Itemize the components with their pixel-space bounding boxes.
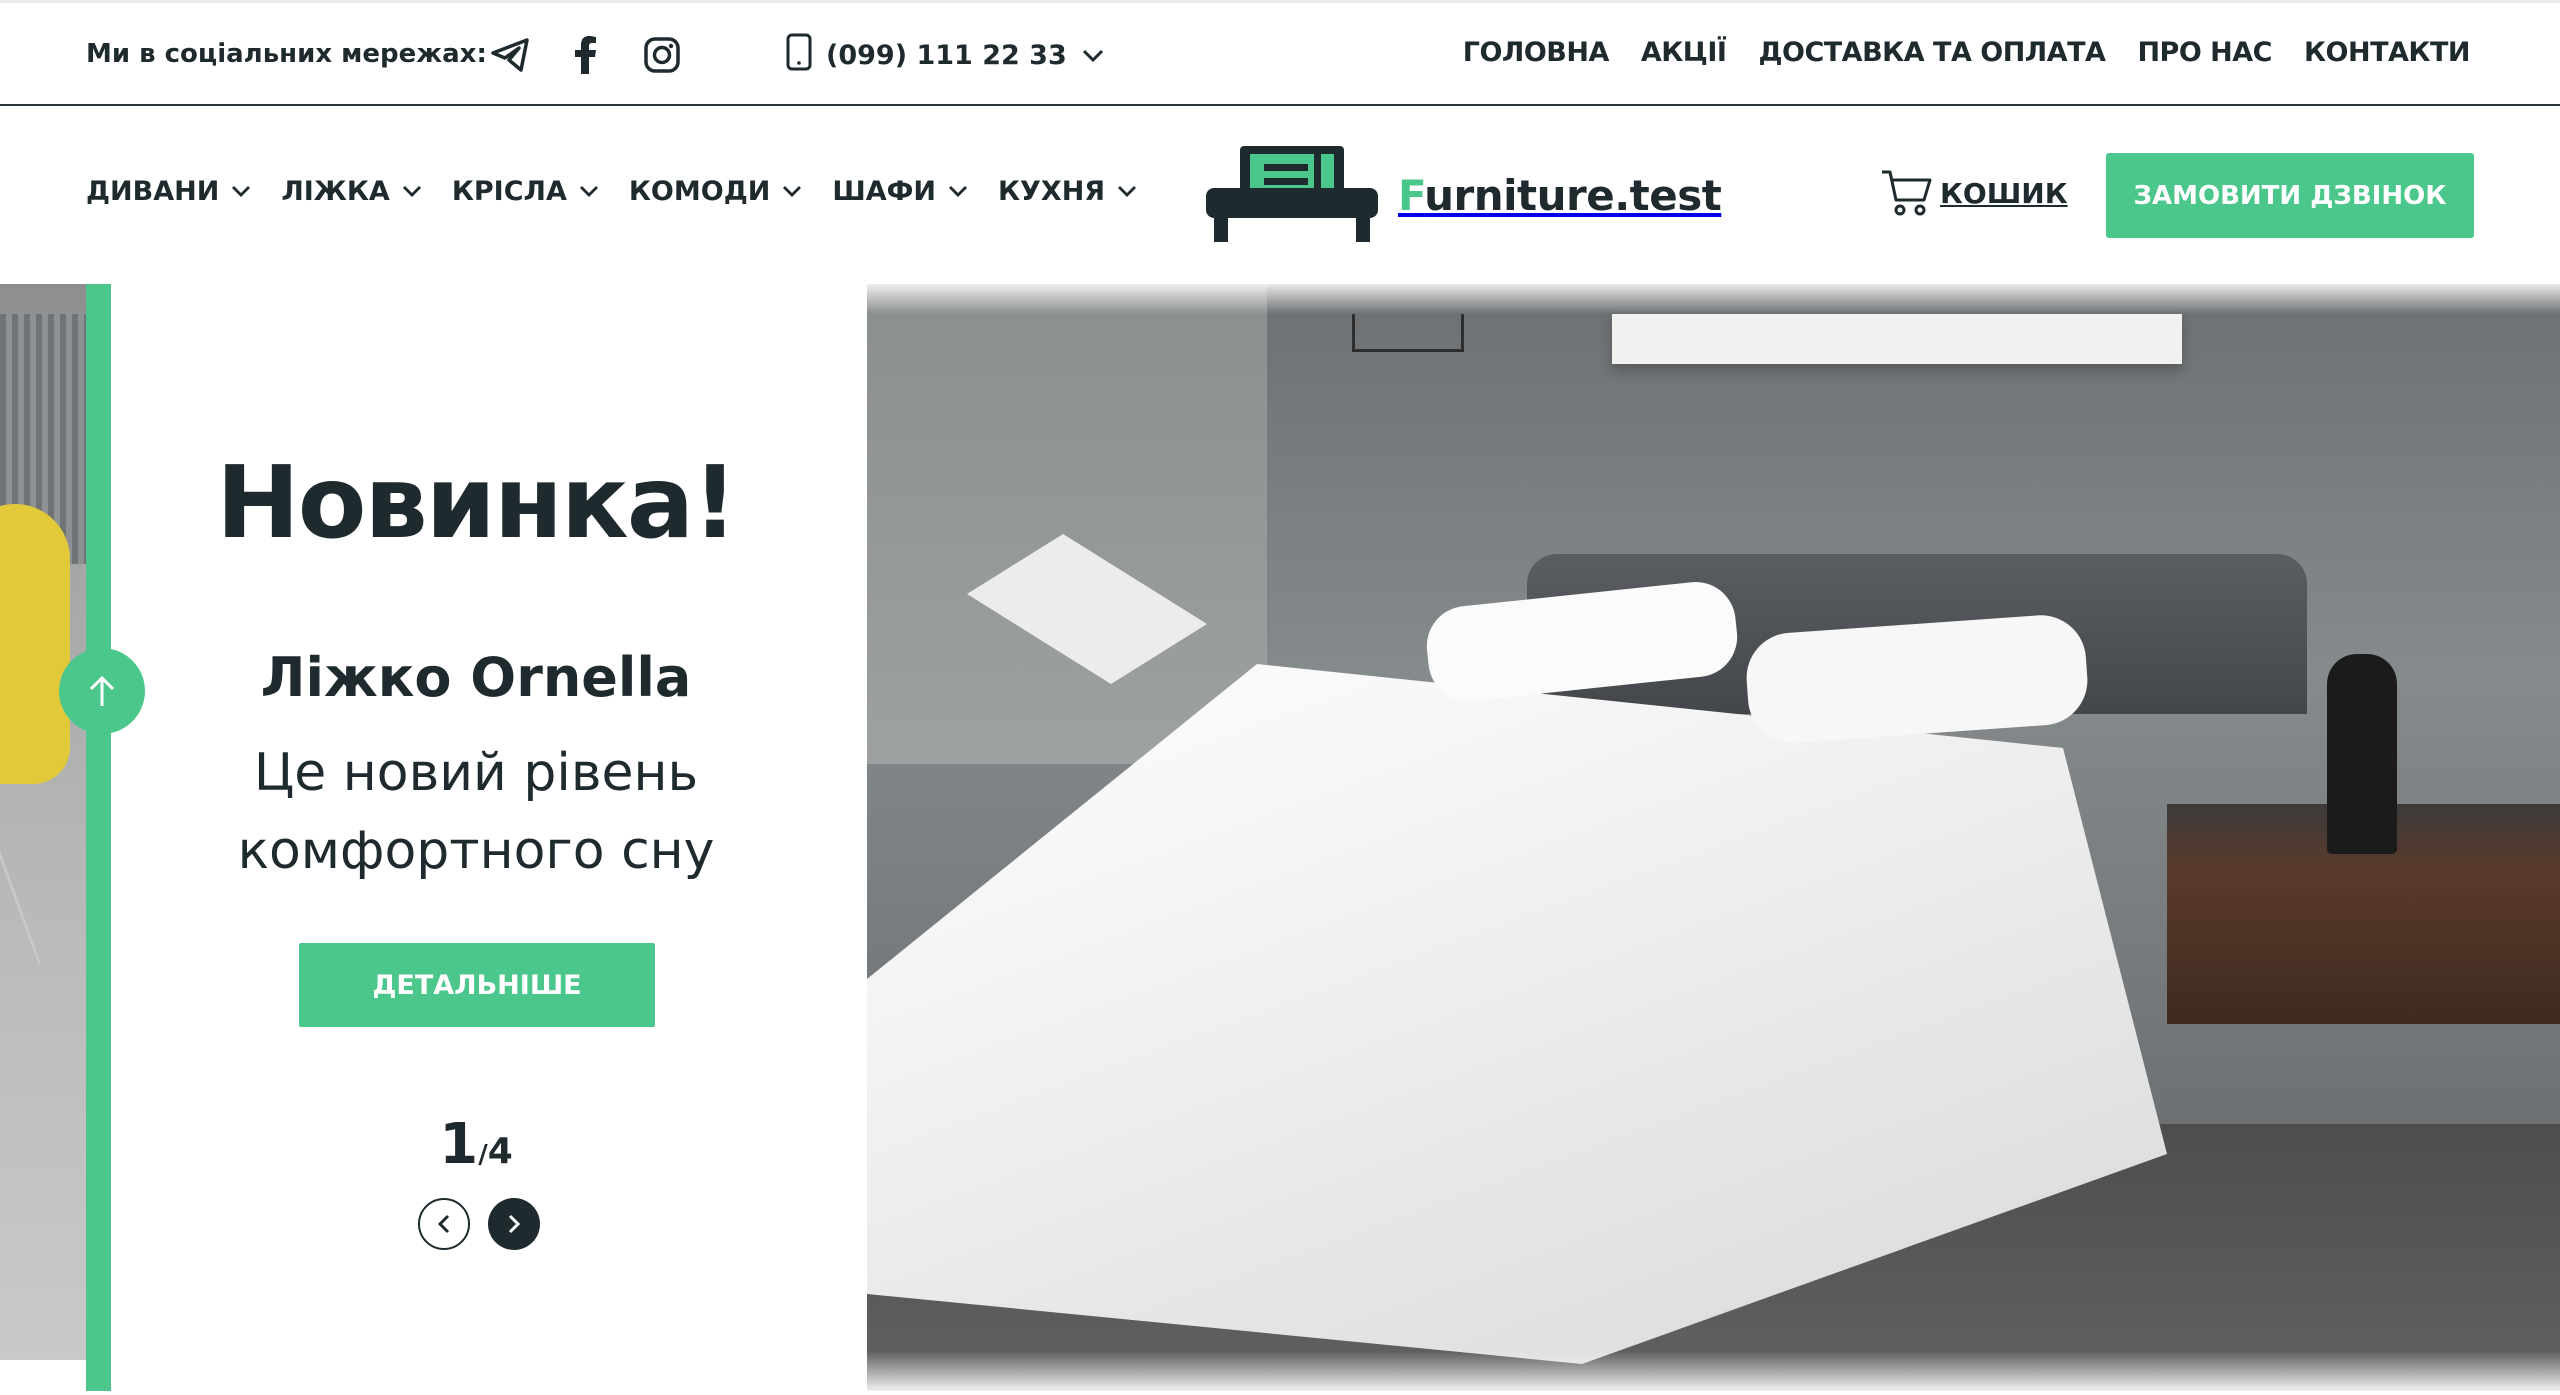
social-label: Ми в соціальних мережах: (86, 39, 487, 69)
scroll-up-button[interactable] (59, 648, 145, 734)
chevron-down-icon (783, 186, 802, 197)
hero-slider: Новинка! Ліжко Ornella Це новий рівень к… (0, 284, 2560, 1395)
nav-promotions[interactable]: АКЦІЇ (1641, 37, 1727, 68)
slide-text-panel: Новинка! Ліжко Ornella Це новий рівень к… (111, 284, 867, 1391)
chevron-down-icon (232, 186, 251, 197)
category-navigation: ДИВАНИ ЛІЖКА КРІСЛА КОМОДИ ШАФИ КУХНЯ (86, 176, 1137, 207)
details-button[interactable]: ДЕТАЛЬНІШЕ (299, 943, 655, 1027)
arrow-up-icon (89, 675, 115, 706)
slide-counter: 1/4 (111, 1112, 841, 1177)
instagram-icon[interactable] (642, 35, 682, 75)
category-label: КОМОДИ (628, 176, 771, 207)
nav-about[interactable]: ПРО НАС (2137, 37, 2272, 68)
slide-separator: / (478, 1140, 488, 1170)
chevron-down-icon (579, 186, 598, 197)
slide-subtitle: Ліжко Ornella (260, 646, 692, 709)
sofa-logo-icon (1206, 146, 1378, 242)
category-label: КРІСЛА (451, 176, 567, 207)
mobile-phone-icon (786, 33, 812, 78)
top-bar: Ми в соціальних мережах: (099) 111 22 33… (0, 0, 2560, 106)
slide-description: Це новий рівень комфортного сну (237, 743, 715, 881)
slide-image-bed (867, 284, 2560, 1391)
chevron-down-icon (948, 186, 967, 197)
phone-dropdown[interactable]: (099) 111 22 33 (786, 33, 1105, 77)
category-label: КУХНЯ (997, 176, 1106, 207)
category-beds[interactable]: ЛІЖКА (281, 176, 422, 207)
category-dressers[interactable]: КОМОДИ (629, 176, 803, 207)
category-label: ШАФИ (832, 176, 936, 207)
current-slide-number: 1 (439, 1112, 479, 1177)
total-slides-number: 4 (487, 1131, 513, 1172)
shopping-cart-icon (1882, 170, 1932, 216)
site-logo[interactable]: Furniture.test (1206, 142, 1722, 248)
category-label: ЛІЖКА (281, 176, 390, 207)
category-label: ДИВАНИ (86, 176, 220, 207)
category-wardrobes[interactable]: ШАФИ (832, 176, 968, 207)
slide-title: Новинка! (216, 444, 738, 561)
previous-slide-preview (0, 284, 86, 1360)
phone-number: (099) 111 22 33 (826, 39, 1067, 71)
logo-rest: urniture.test (1424, 170, 1722, 220)
slider-arrows (418, 1198, 540, 1250)
chevron-down-icon (1081, 40, 1105, 71)
previous-slide-button[interactable] (418, 1198, 470, 1250)
logo-text: Furniture.test (1398, 170, 1722, 220)
cart-link[interactable]: КОШИК (1880, 168, 2068, 218)
ceiling-lamp (1352, 314, 1464, 352)
category-armchairs[interactable]: КРІСЛА (452, 176, 599, 207)
next-slide-button[interactable] (488, 1198, 540, 1250)
category-sofas[interactable]: ДИВАНИ (86, 176, 251, 207)
facebook-icon[interactable] (566, 35, 606, 75)
chevron-down-icon (1118, 186, 1137, 197)
wall-picture (1612, 314, 2182, 364)
nav-contacts[interactable]: КОНТАКТИ (2304, 37, 2471, 68)
logo-first-letter: F (1398, 170, 1425, 220)
top-navigation: ГОЛОВНА АКЦІЇ ДОСТАВКА ТА ОПЛАТА ПРО НАС… (1463, 37, 2471, 68)
accent-bar (86, 284, 111, 1391)
nav-delivery-payment[interactable]: ДОСТАВКА ТА ОПЛАТА (1758, 37, 2105, 68)
chevron-right-icon (508, 1214, 521, 1234)
cart-label: КОШИК (1940, 176, 2068, 210)
category-kitchen[interactable]: КУХНЯ (998, 176, 1137, 207)
chevron-down-icon (402, 186, 421, 197)
chevron-left-icon (437, 1214, 450, 1234)
nav-home[interactable]: ГОЛОВНА (1463, 37, 1610, 68)
telegram-icon[interactable] (490, 35, 530, 75)
order-call-button[interactable]: ЗАМОВИТИ ДЗВІНОК (2106, 153, 2474, 238)
